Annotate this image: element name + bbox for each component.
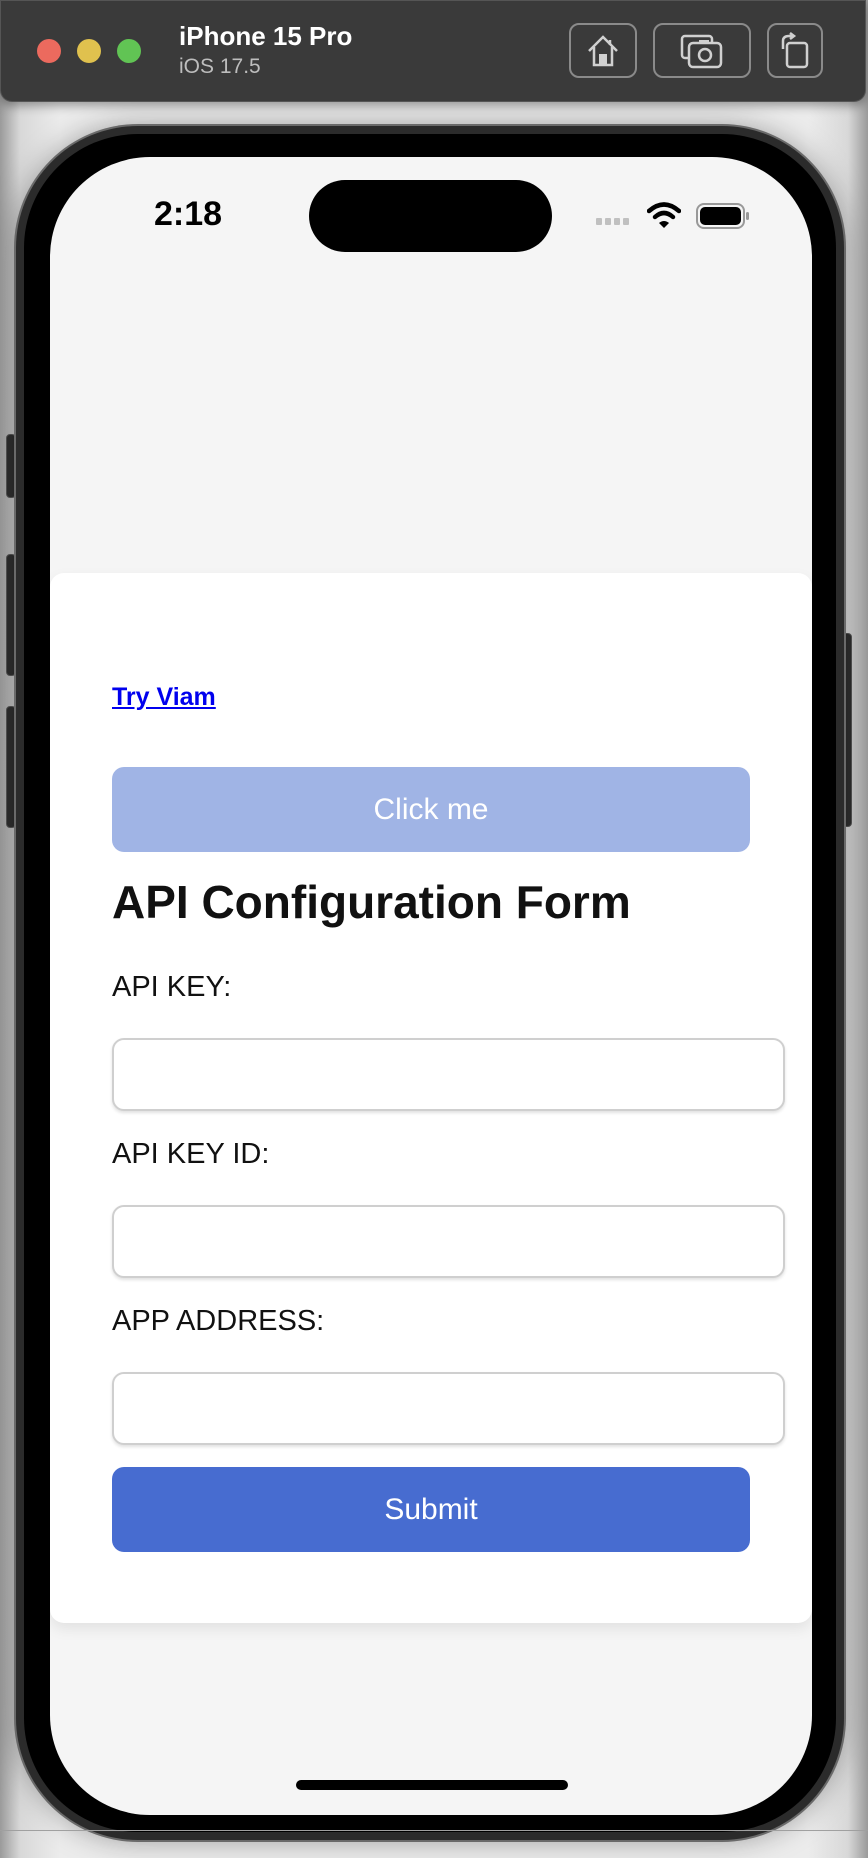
api-key-label: API KEY:	[112, 971, 232, 1003]
home-icon	[588, 34, 618, 66]
app-address-input[interactable]	[112, 1372, 785, 1445]
volume-up-button	[6, 554, 16, 676]
api-key-input[interactable]	[112, 1038, 785, 1111]
window-divider	[0, 1830, 868, 1831]
battery-icon	[696, 203, 749, 229]
signal-icon	[596, 218, 629, 225]
rotate-button[interactable]	[767, 23, 823, 78]
click-me-button[interactable]: Click me	[112, 767, 750, 852]
phone-screen: 2:18 Try Viam Click me API Configuration…	[50, 157, 812, 1815]
api-key-id-label: API KEY ID:	[112, 1138, 270, 1170]
minimize-window-button[interactable]	[77, 39, 101, 63]
camera-icon	[680, 34, 723, 68]
device-name: iPhone 15 Pro	[179, 21, 353, 51]
action-button	[6, 434, 16, 498]
form-title: API Configuration Form	[112, 876, 631, 928]
zoom-window-button[interactable]	[117, 39, 141, 63]
simulator-title-bar: iPhone 15 Pro iOS 17.5	[0, 0, 866, 102]
wifi-icon	[647, 202, 681, 228]
close-window-button[interactable]	[37, 39, 61, 63]
api-key-id-input[interactable]	[112, 1205, 785, 1278]
api-form-card: Try Viam Click me API Configuration Form…	[50, 573, 812, 1623]
volume-down-button	[6, 706, 16, 828]
rotate-icon	[781, 31, 809, 68]
status-time: 2:18	[154, 195, 223, 233]
dynamic-island	[309, 180, 552, 252]
try-viam-link[interactable]: Try Viam	[112, 683, 216, 712]
os-version: iOS 17.5	[179, 55, 261, 78]
home-button[interactable]	[569, 23, 637, 78]
app-address-label: APP ADDRESS:	[112, 1305, 325, 1337]
submit-button[interactable]: Submit	[112, 1467, 750, 1552]
home-indicator[interactable]	[296, 1780, 568, 1790]
screenshot-button[interactable]	[653, 23, 751, 78]
